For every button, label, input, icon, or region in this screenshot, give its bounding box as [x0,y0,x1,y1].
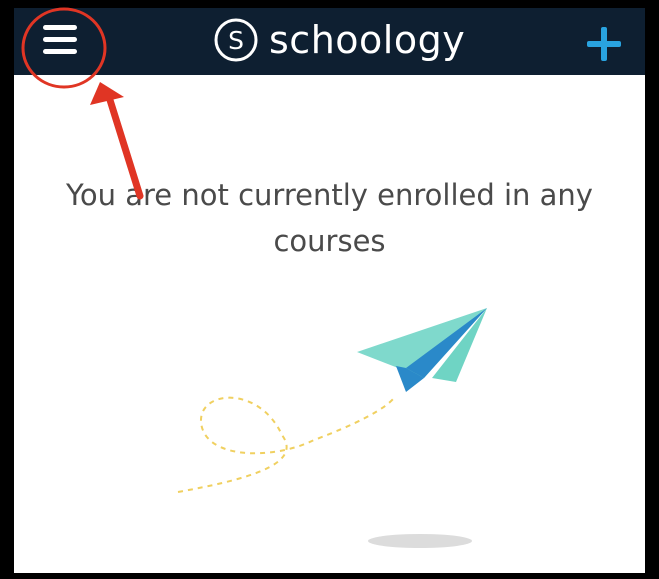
plane-shadow [368,534,472,548]
schoology-logo: S schoology [213,17,465,63]
app-header: S schoology [14,8,645,75]
hamburger-menu-icon [43,25,77,30]
paper-plane [357,308,487,392]
plus-icon [587,27,621,61]
add-button[interactable] [586,26,622,62]
brand-name: schoology [269,18,466,62]
logo-letter: S [228,26,244,55]
hamburger-menu-icon [43,37,77,42]
schoology-logo-icon: S [214,18,258,62]
menu-button[interactable] [40,22,80,58]
hamburger-menu-icon [43,49,77,54]
flight-path [177,396,395,493]
empty-state-message: You are not currently enrolled in any co… [66,178,593,258]
paper-plane-illustration [177,308,487,548]
